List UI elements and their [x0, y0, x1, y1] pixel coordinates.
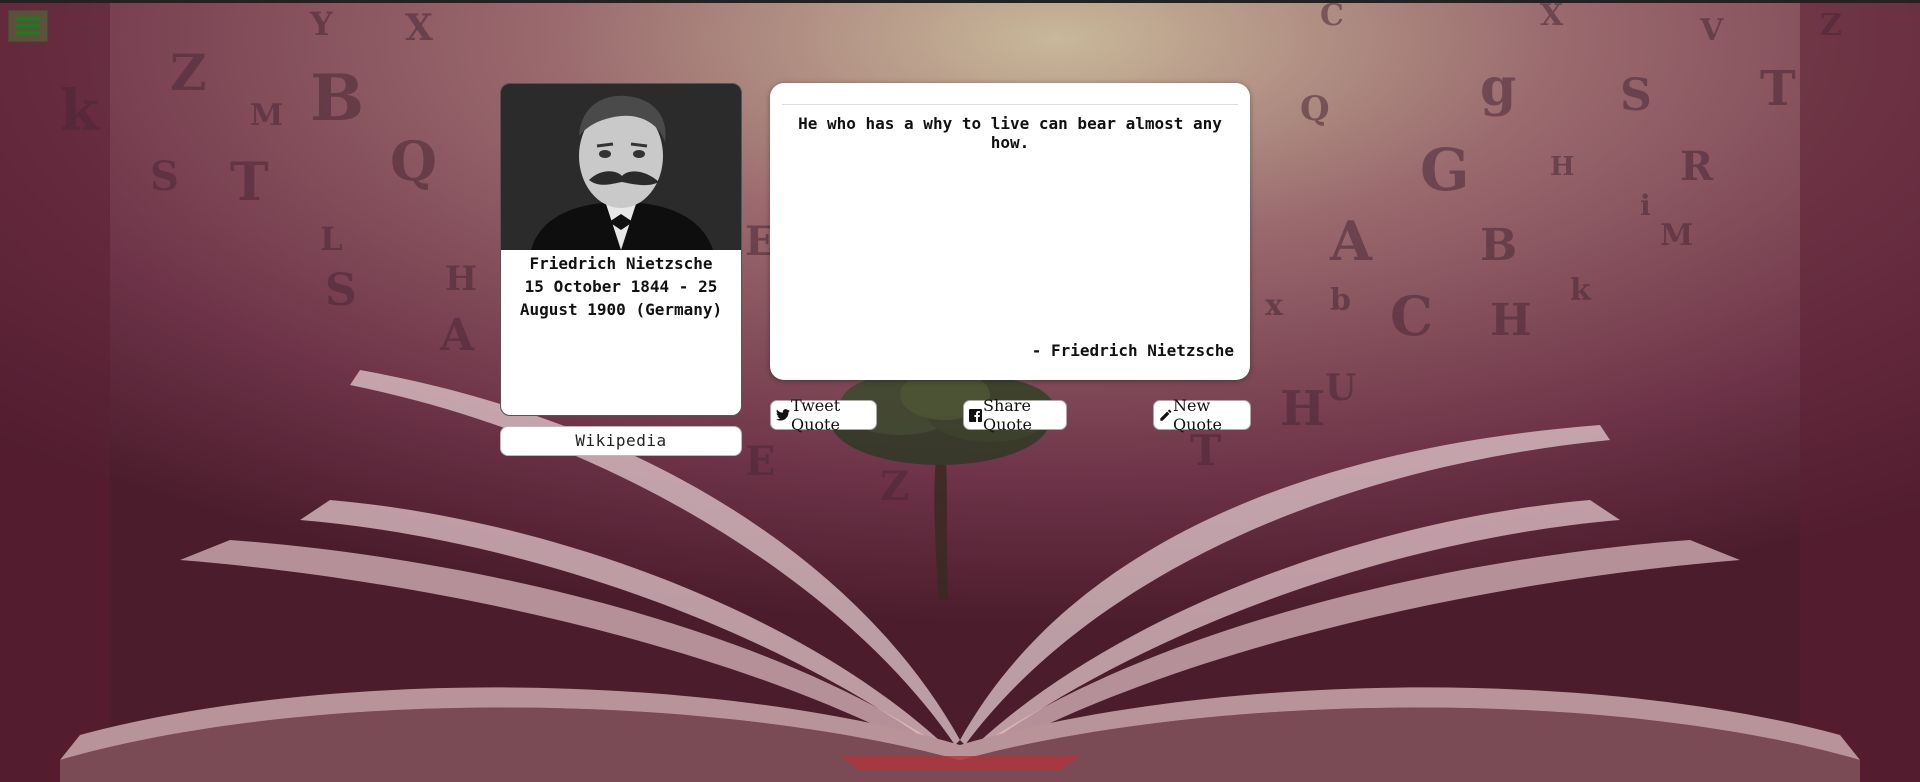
svg-text:H: H	[1550, 152, 1575, 182]
svg-text:S: S	[1620, 70, 1652, 121]
svg-text:k: k	[60, 78, 100, 144]
menu-toggle-button[interactable]	[8, 10, 48, 42]
svg-text:S: S	[150, 153, 179, 200]
svg-text:Q: Q	[390, 129, 437, 193]
author-card: Friedrich Nietzsche 15 October 1844 - 25…	[500, 83, 742, 416]
svg-text:Y: Y	[309, 5, 334, 43]
quote-divider	[782, 104, 1238, 105]
svg-text:Z: Z	[880, 463, 909, 510]
svg-text:g: g	[1480, 57, 1516, 118]
svg-text:X: X	[1540, 0, 1564, 33]
author-portrait	[501, 84, 741, 250]
svg-text:x: x	[1265, 288, 1284, 323]
svg-text:T: T	[230, 152, 269, 213]
svg-text:Q: Q	[1300, 89, 1330, 129]
svg-text:R: R	[1680, 143, 1714, 190]
author-name: Friedrich Nietzsche	[529, 254, 713, 273]
svg-text:L: L	[320, 220, 343, 258]
tweet-quote-button[interactable]: Tweet Quote	[770, 396, 877, 434]
svg-text:G: G	[1420, 136, 1470, 204]
quote-card: He who has a why to live can bear almost…	[770, 83, 1250, 380]
hamburger-menu-icon	[16, 17, 40, 35]
svg-text:C: C	[1390, 284, 1433, 348]
svg-text:S: S	[325, 265, 357, 316]
svg-text:B: B	[310, 61, 364, 136]
wikipedia-link[interactable]: Wikipedia	[500, 426, 742, 456]
new-quote-label: New Quote	[1173, 396, 1222, 434]
quote-text: He who has a why to live can bear almost…	[798, 114, 1222, 152]
svg-text:B: B	[1480, 220, 1517, 271]
svg-text:Z: Z	[1820, 8, 1842, 43]
share-quote-button[interactable]: Share Quote	[963, 396, 1067, 434]
svg-text:A: A	[439, 310, 475, 361]
pencil-icon	[1159, 409, 1172, 422]
svg-text:V: V	[1699, 13, 1724, 48]
svg-text:M: M	[250, 98, 283, 133]
svg-text:C: C	[1320, 0, 1344, 33]
tweet-quote-label: Tweet Quote	[791, 396, 841, 434]
svg-text:b: b	[1330, 283, 1351, 318]
svg-text:E: E	[745, 438, 776, 485]
svg-text:H: H	[1280, 381, 1325, 437]
svg-text:H: H	[1490, 295, 1532, 346]
svg-text:M: M	[1660, 218, 1693, 253]
svg-text:X: X	[405, 7, 433, 49]
svg-text:H: H	[445, 259, 477, 299]
svg-text:A: A	[1329, 209, 1373, 273]
quote-attribution: - Friedrich Nietzsche	[1031, 341, 1234, 360]
svg-text:U: U	[1325, 367, 1356, 409]
author-dates-line-1: 15 October 1844 - 25	[524, 277, 718, 296]
svg-text:i: i	[1640, 189, 1651, 222]
new-quote-button[interactable]: New Quote	[1153, 396, 1251, 434]
svg-text:T: T	[1760, 61, 1796, 117]
author-dates-line-2: August 1900 (Germany)	[519, 300, 723, 319]
twitter-icon	[776, 409, 790, 421]
svg-text:Z: Z	[170, 43, 207, 102]
share-quote-label: Share Quote	[983, 396, 1032, 434]
facebook-icon	[969, 408, 982, 422]
svg-text:k: k	[1570, 273, 1592, 308]
